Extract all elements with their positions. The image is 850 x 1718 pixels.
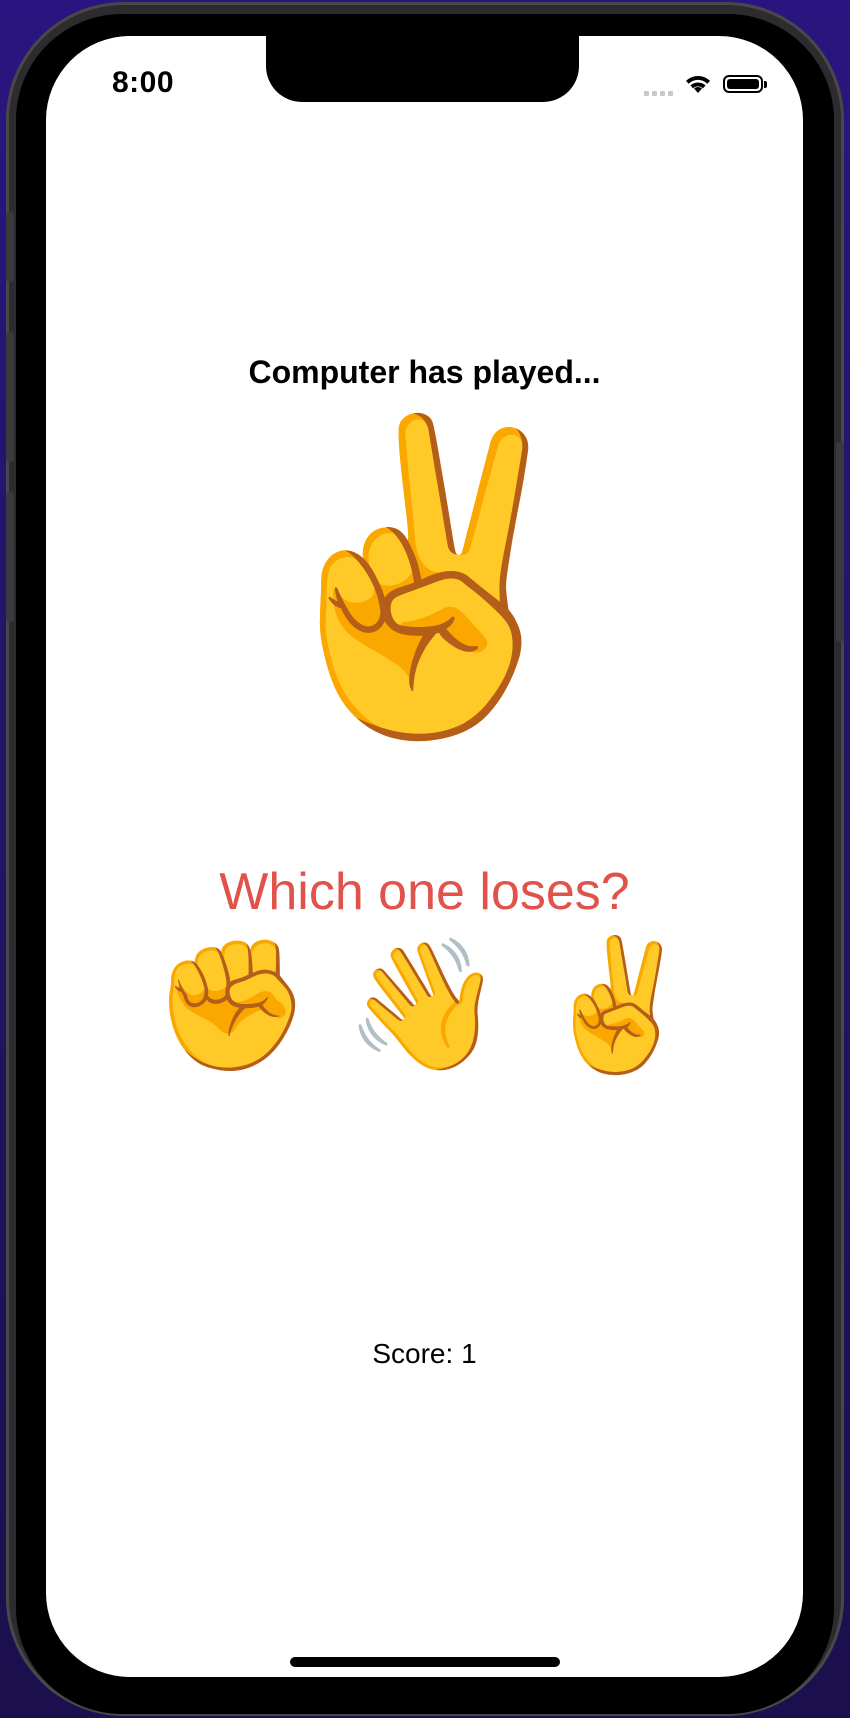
phone-power-button — [836, 442, 844, 642]
phone-volume-up-button — [6, 332, 14, 462]
rock-choice-button[interactable]: ✊ — [151, 942, 310, 1070]
choices-row: ✊ 👋 ✌️ — [46, 942, 803, 1070]
score-label: Score: 1 — [372, 1338, 477, 1369]
signal-icon — [644, 82, 673, 96]
home-indicator[interactable] — [290, 1657, 560, 1667]
notch — [266, 36, 579, 102]
computer-played-label: Computer has played... — [248, 354, 601, 390]
status-time: 8:00 — [112, 66, 175, 99]
scissors-choice-button[interactable]: ✌️ — [538, 942, 697, 1070]
wifi-icon — [686, 76, 710, 93]
question-label: Which one loses? — [219, 863, 630, 921]
status-icons — [644, 72, 767, 96]
computer-move-emoji: ✌️ — [237, 408, 612, 744]
app-screen: 8:00 Computer has played... ✌️ Which one… — [46, 36, 803, 1677]
battery-icon — [723, 75, 767, 93]
phone-mute-switch — [6, 212, 14, 282]
phone-volume-down-button — [6, 492, 14, 622]
paper-choice-button[interactable]: 👋 — [345, 942, 504, 1070]
